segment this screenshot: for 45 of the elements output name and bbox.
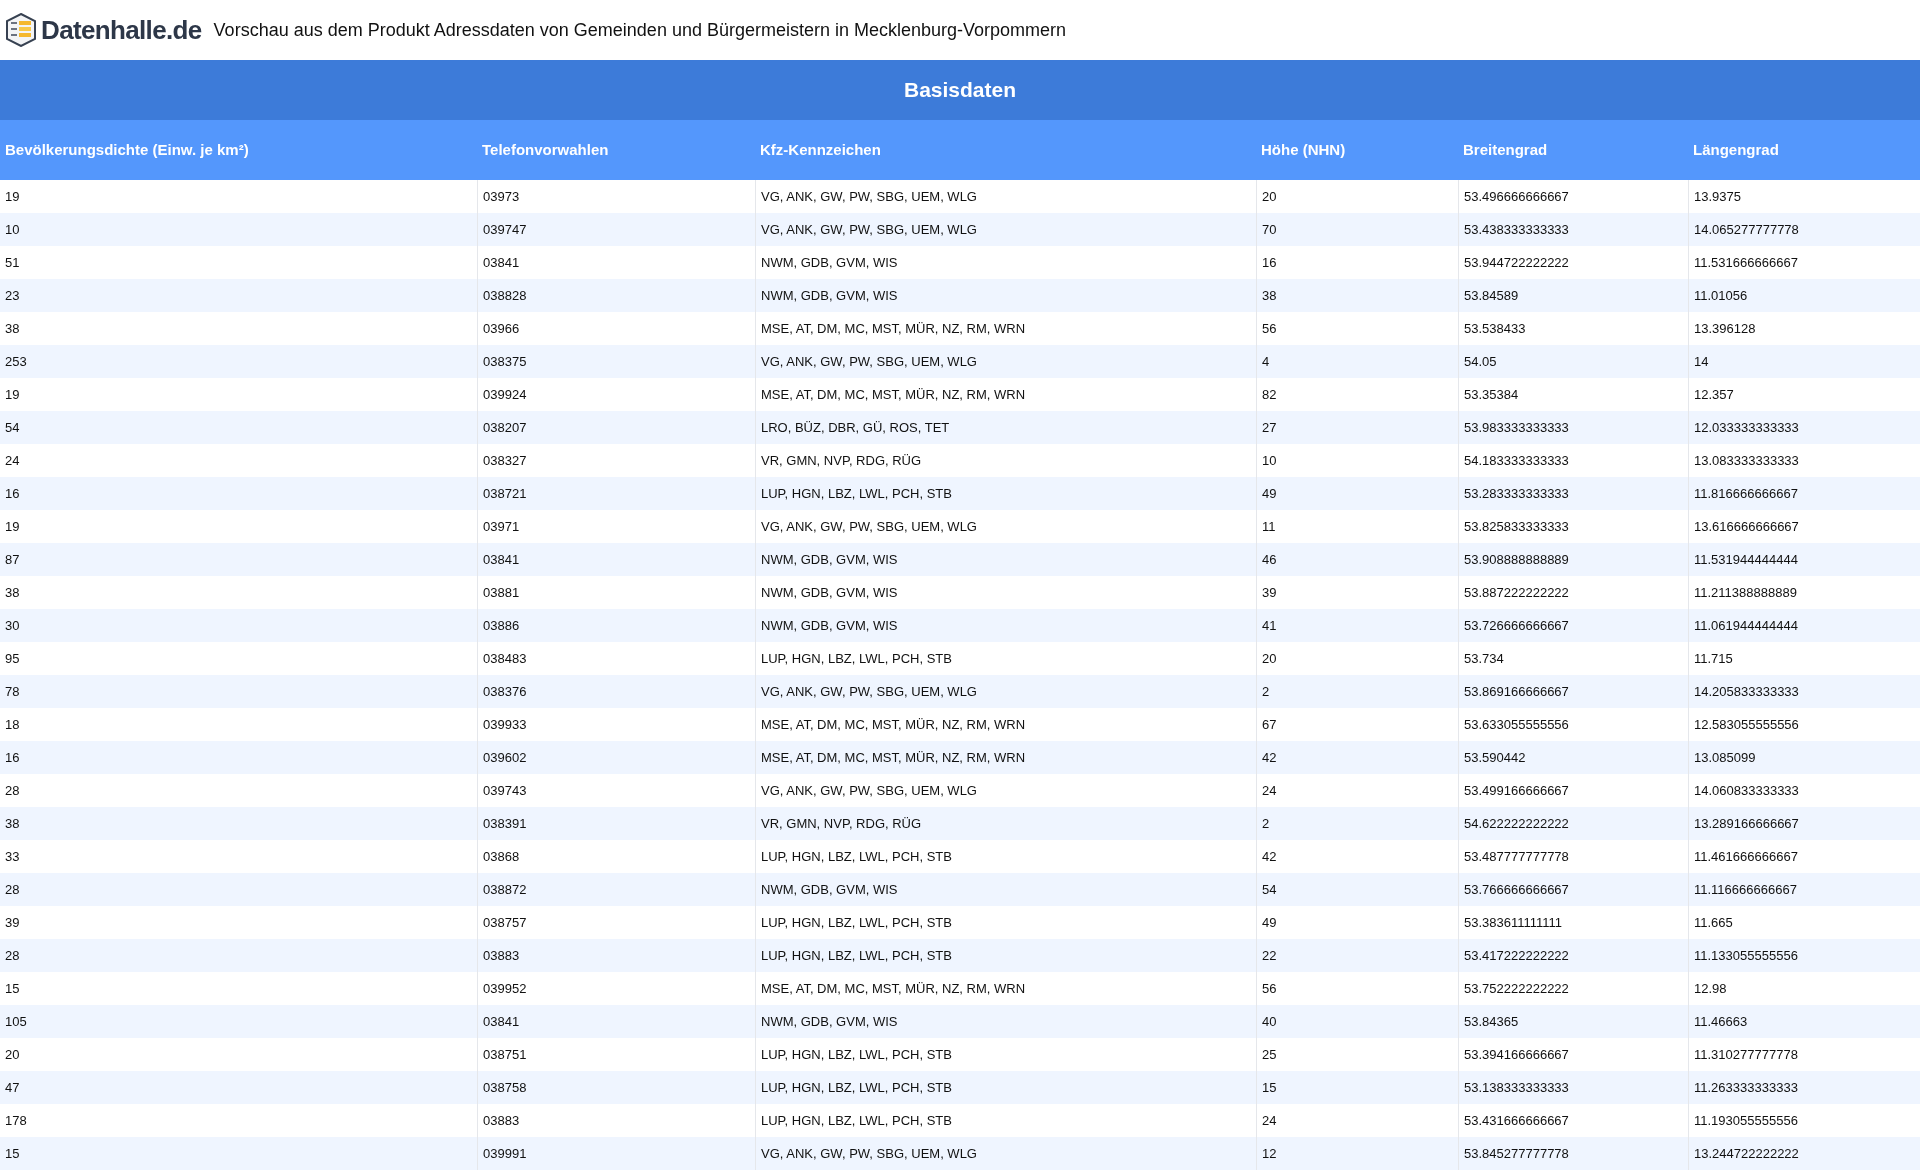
table-cell-text: 18 bbox=[4, 715, 21, 734]
table-cell-text: 28 bbox=[4, 880, 21, 899]
table-cell-text: 19 bbox=[4, 187, 21, 206]
column-header: Höhe (NHN) bbox=[1260, 139, 1347, 160]
table-cell-text: 19 bbox=[4, 385, 21, 404]
table-cell-text: 30 bbox=[4, 616, 21, 635]
table-cell-text: 33 bbox=[4, 847, 21, 866]
table-cell-text: 28 bbox=[4, 946, 21, 965]
table-cell-text: 47 bbox=[4, 1078, 21, 1097]
column-header: Kfz-Kennzeichen bbox=[759, 139, 882, 160]
table-cell-text: 10 bbox=[4, 220, 21, 239]
table-cell-text: 19 bbox=[4, 517, 21, 536]
table-cell-text: 38 bbox=[4, 814, 21, 833]
column-header: Telefonvorwahlen bbox=[481, 139, 610, 160]
table-cell-text: 87 bbox=[4, 550, 21, 569]
column-header: Breitengrad bbox=[1462, 139, 1549, 160]
table-cell-text: 38 bbox=[4, 319, 21, 338]
table-cell-text: 16 bbox=[4, 484, 21, 503]
table-cell-text: 15 bbox=[4, 1144, 21, 1163]
table-cell-text: 54 bbox=[4, 418, 21, 437]
table-cell-text: 20 bbox=[4, 1045, 21, 1064]
logo-text[interactable]: Datenhalle.de bbox=[41, 10, 202, 50]
table-cell-text: 105 bbox=[4, 1012, 28, 1031]
table-cell-text: 78 bbox=[4, 682, 21, 701]
table-cell: 13.244722222222 bbox=[1688, 1137, 1920, 1170]
column-header: Bevölkerungsdichte (Einw. je km²) bbox=[4, 139, 250, 160]
table-cell-text: 24 bbox=[4, 451, 21, 470]
table-cell: 039991 bbox=[477, 1137, 755, 1170]
table-cell-text: 28 bbox=[4, 781, 21, 800]
table-cell: 53.845277777778 bbox=[1458, 1137, 1688, 1170]
table-cell-text: 39 bbox=[4, 913, 21, 932]
table-cell-text: 51 bbox=[4, 253, 21, 272]
table-cell: VG, ANK, GW, PW, SBG, UEM, WLG bbox=[755, 1137, 1256, 1170]
table-cell-text: 23 bbox=[4, 286, 21, 305]
table-cell-text: 15 bbox=[4, 979, 21, 998]
table-cell-text: 253 bbox=[4, 352, 28, 371]
page-title: Vorschau aus dem Produkt Adressdaten von Gemeinden und Bürgermeistern in Mecklenburg-Vorpommern bbox=[213, 18, 1067, 42]
table-cell-text: 95 bbox=[4, 649, 21, 668]
table-cell: 12 bbox=[1256, 1137, 1458, 1170]
table-cell-text: 16 bbox=[4, 748, 21, 767]
table-cell-text: 178 bbox=[4, 1111, 28, 1130]
logo-icon bbox=[5, 13, 37, 47]
table-cell-text: 38 bbox=[4, 583, 21, 602]
section-title: Basisdaten bbox=[903, 77, 1016, 104]
column-header: Längengrad bbox=[1692, 139, 1780, 160]
